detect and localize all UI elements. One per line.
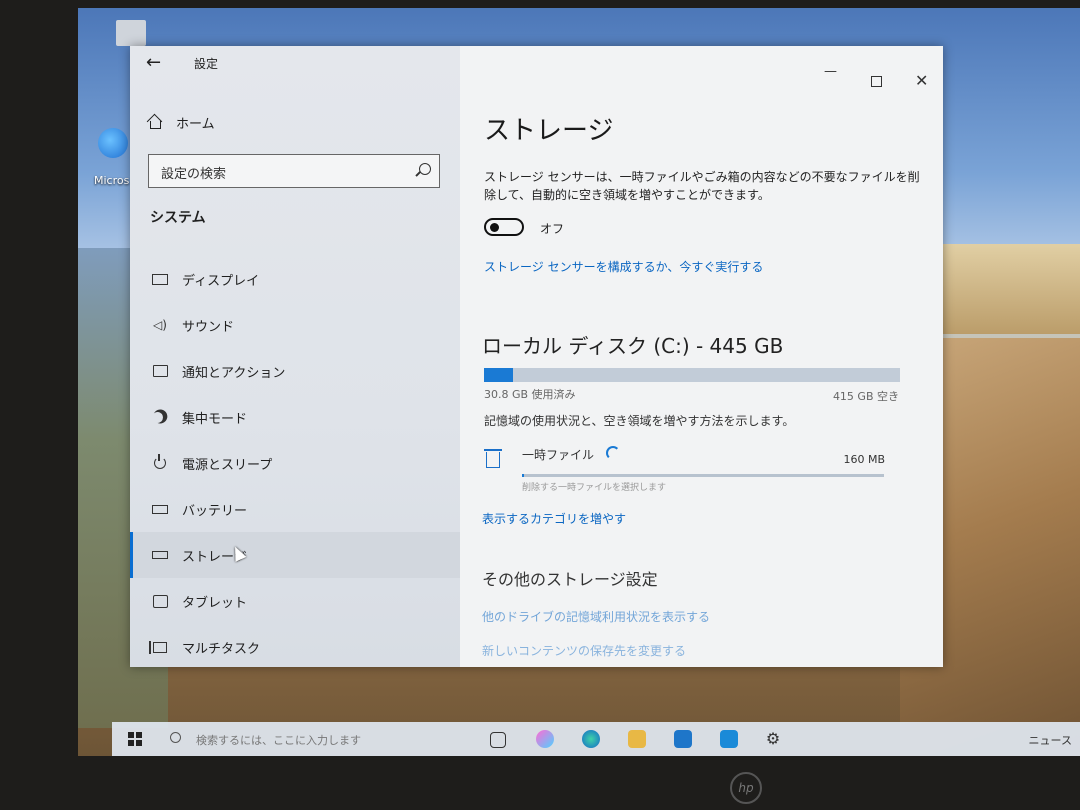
sidebar-item-label: タブレット — [182, 595, 248, 611]
sidebar-item-label: サウンド — [182, 319, 235, 335]
disk-usage-fill — [484, 368, 513, 382]
sidebar-item-label: マルチタスク — [182, 641, 261, 657]
temp-files-hint: 削除する一時ファイルを選択します — [522, 483, 667, 493]
wallpaper-building — [930, 244, 1080, 334]
sidebar-nav: ディスプレイ ◁) サウンド 通知とアクション 集中モード 電源とスリープ バッ… — [130, 256, 460, 670]
widgets-icon[interactable] — [536, 730, 554, 748]
battery-icon — [152, 502, 168, 516]
taskbar-search-input[interactable]: 検索するには、ここに入力します — [196, 732, 361, 748]
sidebar-item-display[interactable]: ディスプレイ — [130, 256, 460, 302]
toggle-label: オフ — [540, 222, 565, 236]
view-other-drives-link[interactable]: 他のドライブの記憶域利用状況を表示する — [482, 608, 710, 625]
sidebar-item-power[interactable]: 電源とスリープ — [130, 440, 460, 486]
sidebar-item-tablet[interactable]: タブレット — [130, 578, 460, 624]
sidebar-item-focus[interactable]: 集中モード — [130, 394, 460, 440]
moon-icon — [152, 410, 168, 424]
search-placeholder: 設定の検索 — [161, 167, 227, 182]
temp-files-size: 160 MB — [843, 453, 885, 466]
search-input[interactable]: 設定の検索 — [148, 154, 440, 188]
temp-files-fill — [522, 474, 525, 477]
window-title: 設定 — [194, 57, 219, 71]
monitor-icon — [152, 272, 168, 286]
storage-sense-description: ストレージ センサーは、一時ファイルやごみ箱の内容などの不要なファイルを削除して… — [484, 170, 920, 202]
news-widget[interactable]: ニュース — [1029, 732, 1072, 748]
sidebar-item-label: ディスプレイ — [182, 273, 260, 289]
multitask-icon — [149, 640, 168, 654]
start-icon[interactable] — [128, 732, 142, 746]
tablet-icon — [152, 594, 168, 608]
home-icon — [148, 116, 162, 129]
back-button[interactable]: ← — [146, 52, 161, 73]
page-title: ストレージ — [484, 116, 614, 146]
desktop-folder-icon[interactable] — [116, 20, 146, 46]
usage-description: 記憶域の使用状況と、空き領域を増やす方法を示します。 — [484, 414, 795, 428]
sidebar-item-storage[interactable]: ストレージ — [130, 532, 460, 578]
gear-icon[interactable]: ⚙ — [764, 730, 782, 748]
speaker-icon: ◁) — [153, 318, 167, 332]
store-icon[interactable] — [674, 730, 692, 748]
show-more-categories-link[interactable]: 表示するカテゴリを増やす — [482, 510, 626, 527]
toggle-knob — [490, 223, 499, 232]
search-icon — [170, 732, 181, 743]
storage-sense-toggle[interactable] — [484, 218, 524, 236]
free-label: 415 GB 空き — [832, 390, 899, 403]
sidebar: ← 設定 ホーム 設定の検索 システム ディスプレイ ◁) サウンド 通知とアク… — [130, 46, 460, 667]
home-link[interactable]: ホーム — [148, 110, 215, 134]
configure-storage-sense-link[interactable]: ストレージ センサーを構成するか、今すぐ実行する — [484, 258, 763, 275]
sidebar-item-label: 電源とスリープ — [182, 457, 273, 473]
edge-desktop-icon[interactable] — [98, 128, 128, 158]
task-view-icon[interactable] — [490, 732, 506, 748]
sidebar-item-multitasking[interactable]: マルチタスク — [130, 624, 460, 670]
loading-spinner-icon — [606, 446, 620, 460]
sidebar-item-label: 集中モード — [182, 411, 248, 427]
sidebar-item-label: バッテリー — [182, 503, 248, 519]
change-save-location-link[interactable]: 新しいコンテンツの保存先を変更する — [482, 642, 686, 659]
disk-usage-bar — [484, 368, 900, 382]
main-panel: — ✕ ストレージ ストレージ センサーは、一時ファイルやごみ箱の内容などの不要… — [460, 46, 943, 667]
temp-files-label[interactable]: 一時ファイル — [522, 446, 594, 463]
other-storage-settings-heading: その他のストレージ設定 — [482, 570, 658, 589]
section-heading: システム — [150, 210, 206, 226]
drive-icon — [152, 548, 168, 562]
file-explorer-icon[interactable] — [628, 730, 646, 748]
hp-logo: hp — [730, 772, 762, 804]
close-button[interactable]: ✕ — [915, 71, 928, 90]
sidebar-item-label: 通知とアクション — [182, 365, 286, 381]
disk-title: ローカル ディスク (C:) - 445 GB — [482, 334, 784, 358]
search-icon[interactable] — [419, 163, 431, 175]
maximize-button[interactable] — [871, 76, 882, 87]
edge-icon[interactable] — [582, 730, 600, 748]
trash-icon — [484, 449, 502, 468]
sidebar-item-sound[interactable]: ◁) サウンド — [130, 302, 460, 348]
desktop-icon-label: Micros — [94, 174, 130, 187]
monitor-bezel: Micros ← 設定 ホーム 設定の検索 システム ディスプレイ ◁) サウン… — [0, 0, 1080, 810]
power-icon — [152, 454, 168, 470]
used-label: 30.8 GB 使用済み — [484, 388, 576, 401]
notification-icon — [152, 364, 168, 378]
temp-files-bar — [522, 474, 884, 477]
home-label: ホーム — [176, 116, 215, 132]
sidebar-item-battery[interactable]: バッテリー — [130, 486, 460, 532]
sidebar-item-notifications[interactable]: 通知とアクション — [130, 348, 460, 394]
mail-icon[interactable] — [720, 730, 738, 748]
minimize-button[interactable]: — — [824, 64, 837, 79]
taskbar: 検索するには、ここに入力します ⚙ ニュース — [112, 722, 1080, 756]
settings-window: ← 設定 ホーム 設定の検索 システム ディスプレイ ◁) サウンド 通知とアク… — [130, 46, 943, 667]
